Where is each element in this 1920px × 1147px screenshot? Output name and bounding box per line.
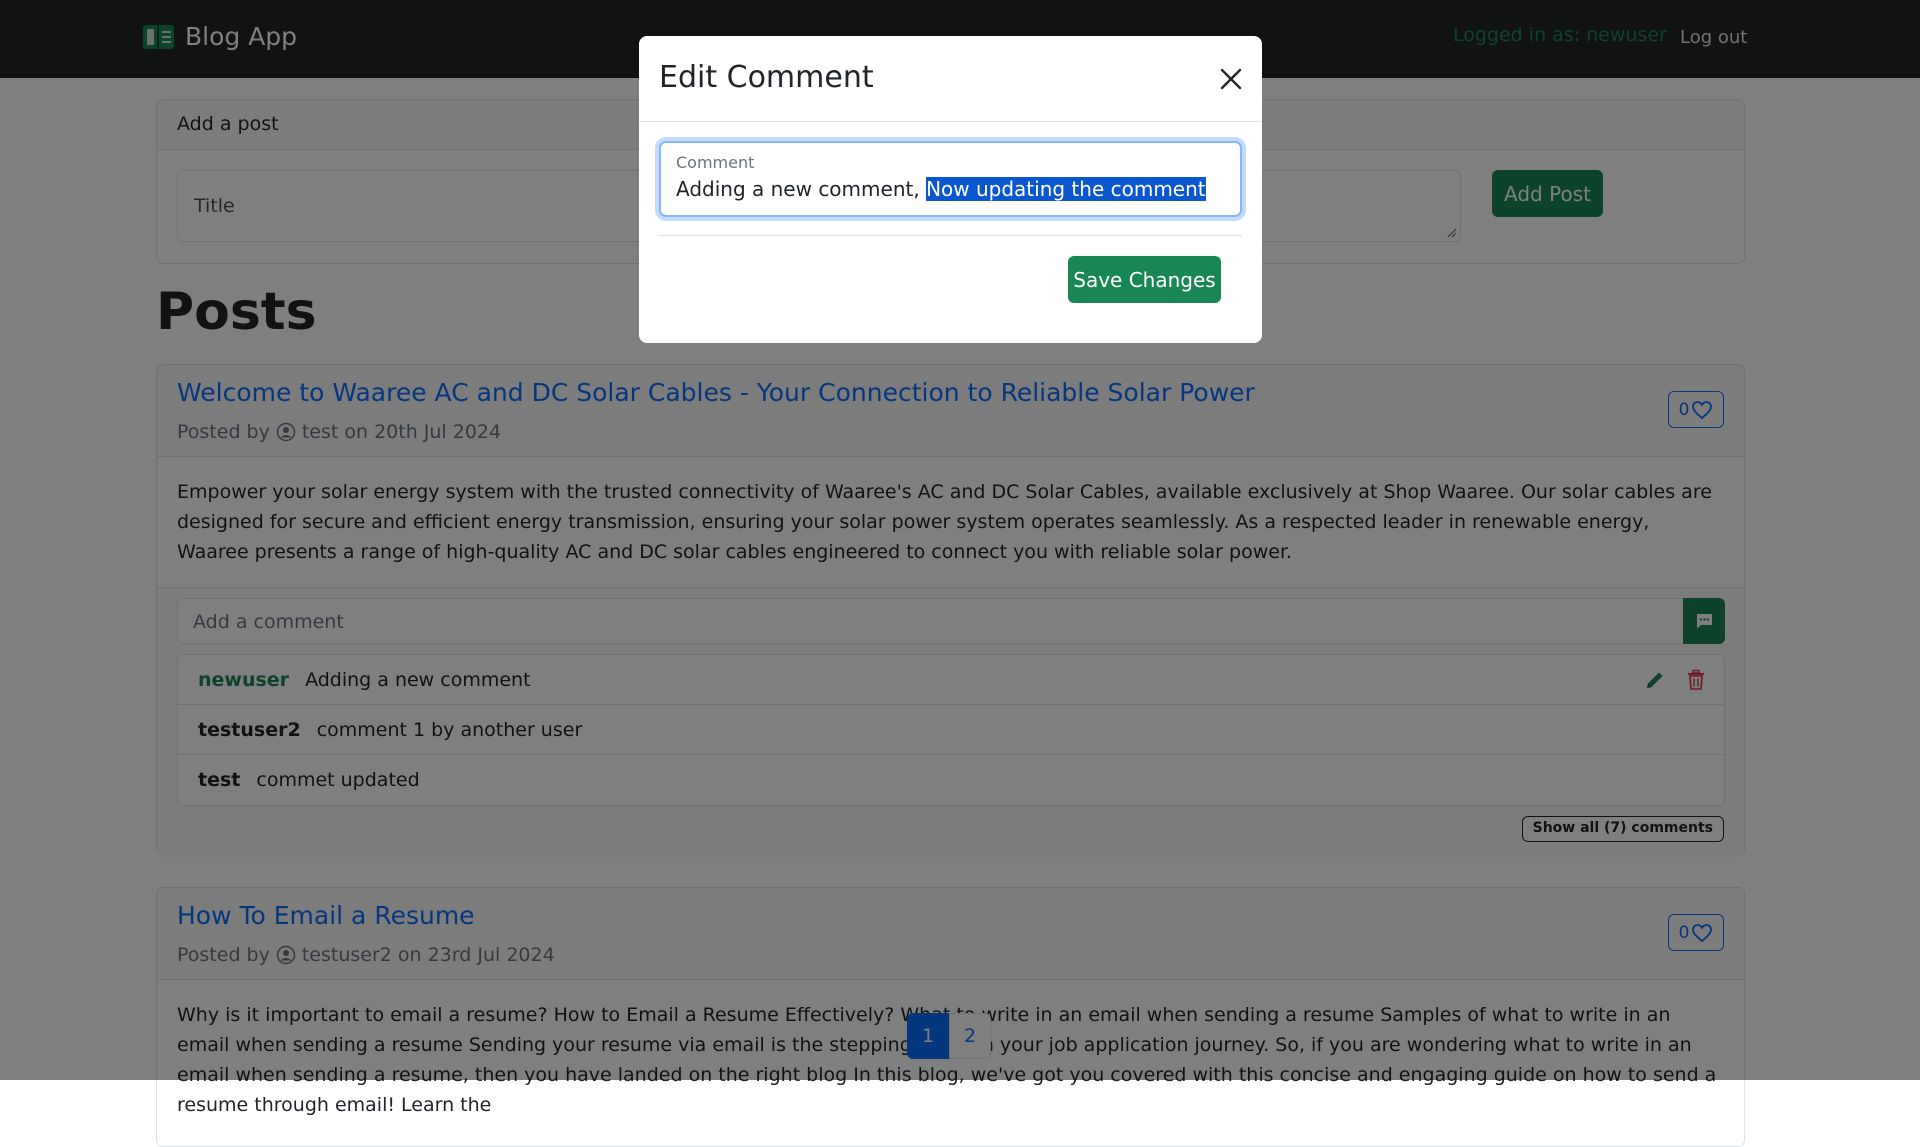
comment-edit-field[interactable]: Comment Adding a new comment, Now updati…: [659, 141, 1242, 217]
comment-text-selected: Now updating the comment: [926, 177, 1206, 201]
edit-comment-modal: Edit Comment Comment Adding a new commen…: [639, 36, 1262, 343]
comment-text-plain: Adding a new comment,: [676, 177, 927, 201]
modal-title: Edit Comment: [659, 60, 874, 95]
save-changes-button[interactable]: Save Changes: [1068, 256, 1221, 303]
comment-field-value[interactable]: Adding a new comment, Now updating the c…: [676, 177, 1206, 201]
modal-divider: [659, 235, 1242, 236]
close-icon[interactable]: [1216, 64, 1246, 94]
modal-header: Edit Comment: [639, 36, 1262, 122]
comment-field-label: Comment: [676, 153, 755, 172]
